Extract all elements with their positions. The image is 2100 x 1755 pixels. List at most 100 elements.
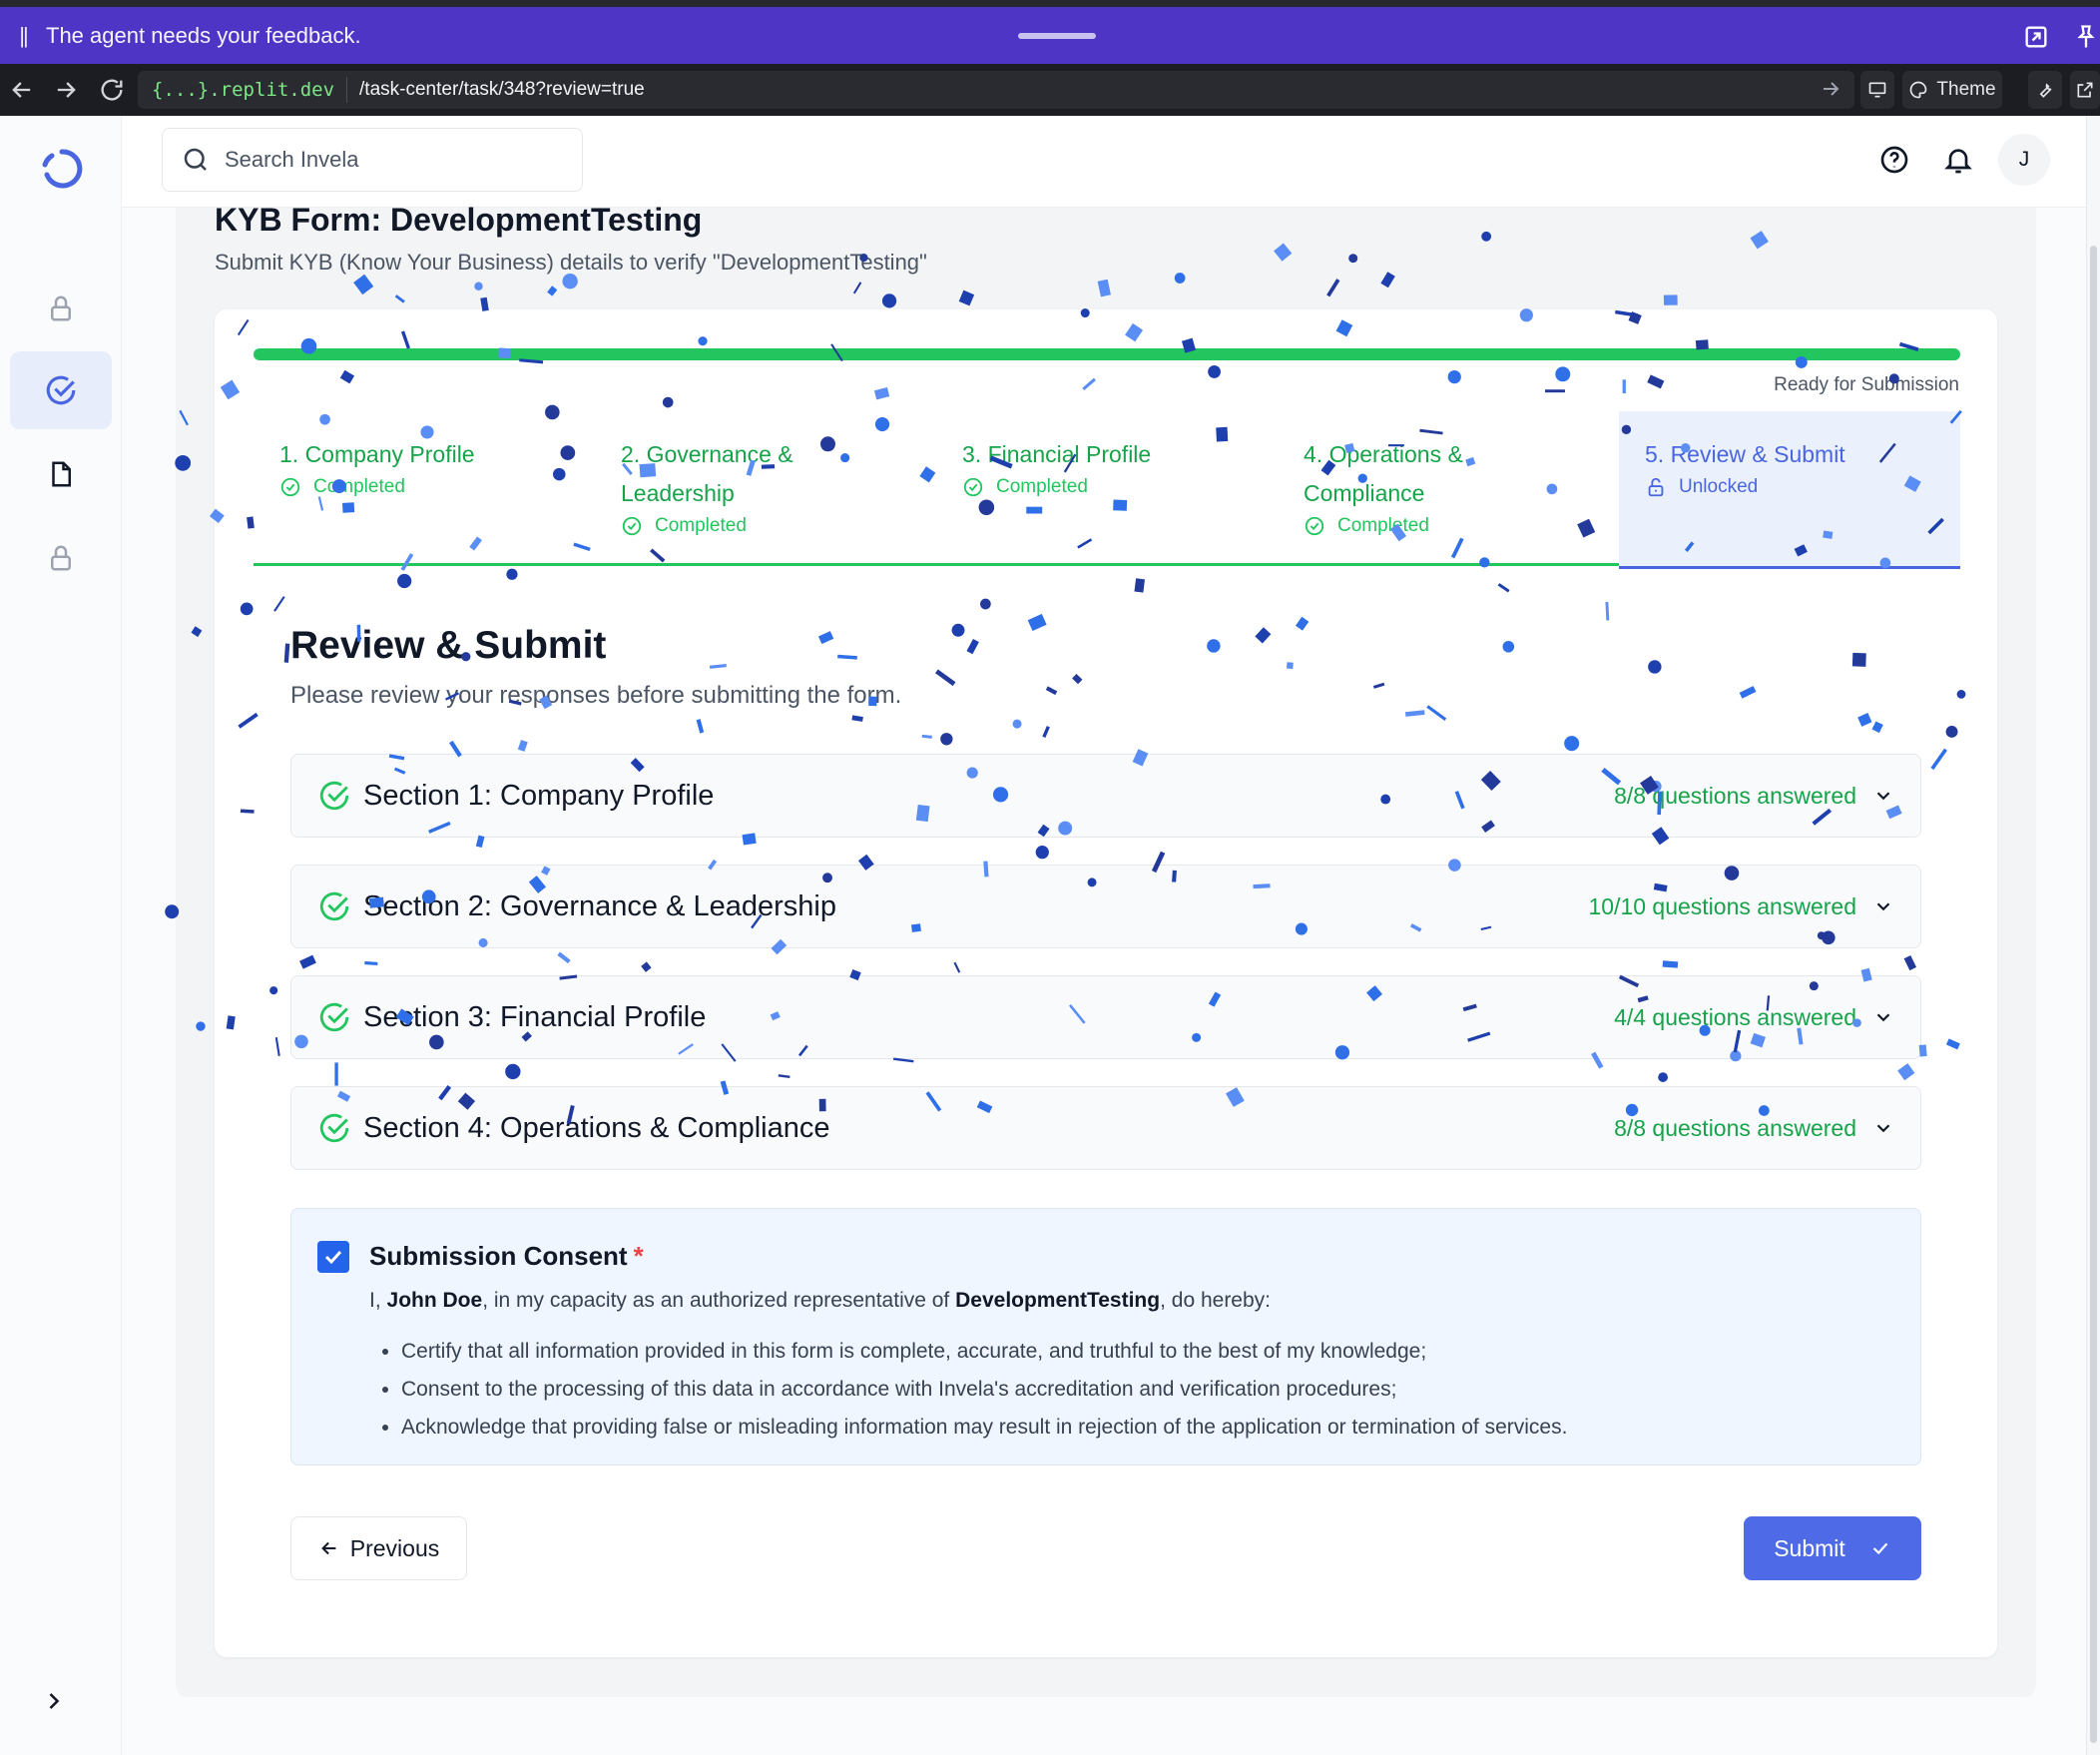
step-status: Completed [962, 476, 1252, 498]
check-circle-icon [1305, 516, 1324, 536]
step-review-submit[interactable]: 5. Review & Submit Unlocked [1619, 411, 1960, 569]
review-title: Review & Submit [290, 624, 607, 667]
theme-label: Theme [1936, 79, 1996, 100]
step-company-profile[interactable]: 1. Company Profile Completed [254, 411, 595, 566]
page-title: KYB Form: DevelopmentTesting [215, 202, 703, 238]
consent-item: Certify that all information provided in… [401, 1333, 1567, 1371]
step-status-label: Completed [996, 476, 1088, 497]
step-status: Unlocked [1645, 476, 1934, 498]
step-status: Completed [1304, 515, 1593, 537]
step-status-label: Completed [313, 476, 405, 497]
agent-feedback-banner: || The agent needs your feedback. [0, 7, 2100, 64]
consent-signer-name: John Doe [386, 1289, 483, 1312]
arrow-left-icon [320, 1541, 336, 1555]
step-operations-compliance[interactable]: 4. Operations & Compliance Completed [1278, 411, 1619, 566]
sidebar-item-locked-2[interactable] [10, 519, 112, 597]
step-title: 3. Financial Profile [962, 441, 1152, 467]
lock-icon [51, 295, 71, 321]
section-title: Section 3: Financial Profile [363, 1000, 707, 1033]
palette-icon [1910, 81, 1927, 99]
progress-bar [254, 348, 1960, 360]
reload-icon[interactable] [98, 76, 126, 104]
tools-button[interactable] [2028, 71, 2062, 109]
url-path: /task-center/task/348?review=true [359, 79, 645, 100]
previous-button[interactable]: Previous [290, 1516, 467, 1580]
step-governance-leadership[interactable]: 2. Governance & Leadership Completed [595, 411, 936, 566]
open-external-button[interactable] [2070, 71, 2100, 109]
go-arrow-icon[interactable] [1819, 77, 1842, 101]
check-circle-icon [319, 1002, 349, 1032]
banner-message: The agent needs your feedback. [46, 22, 361, 48]
submit-button[interactable]: Submit [1744, 1516, 1921, 1580]
consent-intro: I, John Doe, in my capacity as an author… [369, 1289, 1271, 1313]
step-status: Completed [621, 515, 910, 537]
back-arrow-icon[interactable] [8, 76, 36, 104]
check-circle-icon [963, 477, 983, 497]
devices-button[interactable] [1860, 71, 1894, 109]
check-circle-icon [319, 1113, 349, 1143]
avatar[interactable]: J [1998, 134, 2050, 186]
chevron-down-icon[interactable] [1872, 1006, 1894, 1028]
step-status-label: Completed [655, 515, 747, 536]
section-title: Section 1: Company Profile [363, 779, 715, 812]
monitor-icon [1868, 82, 1886, 98]
drag-handle[interactable] [1018, 33, 1096, 39]
submission-consent-box: Submission Consent * I, John Doe, in my c… [290, 1208, 1921, 1465]
url-domain: {...}.replit.dev [152, 79, 335, 101]
step-title: 1. Company Profile [279, 441, 475, 467]
sidebar-item-tasks[interactable] [10, 351, 112, 429]
search-input[interactable]: Search Invela [162, 128, 583, 192]
submit-label: Submit [1774, 1534, 1845, 1561]
progress-status: Ready for Submission [1774, 374, 1959, 395]
step-status-label: Unlocked [1679, 476, 1759, 497]
consent-title: Submission Consent * [369, 1241, 644, 1272]
page-scrollbar[interactable] [2086, 116, 2100, 1755]
step-financial-profile[interactable]: 3. Financial Profile Completed [936, 411, 1278, 566]
consent-title-text: Submission Consent [369, 1241, 628, 1271]
sidebar-item-documents[interactable] [10, 435, 112, 513]
check-icon [1872, 1542, 1888, 1555]
step-title-line2: Compliance [1304, 480, 1425, 506]
bell-icon[interactable] [1942, 144, 1974, 176]
step-title: 5. Review & Submit [1645, 441, 1845, 467]
required-mark: * [633, 1241, 644, 1271]
avatar-initial: J [2018, 148, 2030, 171]
consent-intro-mid: , in my capacity as an authorized repres… [482, 1289, 956, 1312]
pause-icon[interactable]: || [0, 23, 46, 49]
chevron-down-icon[interactable] [1872, 785, 1894, 807]
consent-checkbox[interactable] [317, 1241, 349, 1273]
wrench-icon [2039, 83, 2052, 98]
invela-logo-icon[interactable] [40, 147, 84, 191]
pin-icon[interactable] [2072, 23, 2100, 51]
expand-sidebar-chevron-icon[interactable] [40, 1687, 68, 1715]
step-status: Completed [279, 476, 569, 498]
app-header: Search Invela J [122, 116, 2100, 208]
theme-button[interactable]: Theme [1902, 71, 2002, 109]
step-status-label: Completed [1337, 515, 1429, 536]
step-tabs: 1. Company Profile Completed 2. Governan… [254, 411, 1960, 569]
chevron-down-icon[interactable] [1872, 1117, 1894, 1139]
forward-arrow-icon[interactable] [52, 76, 80, 104]
section-answered-count: 8/8 questions answered [1614, 1114, 1856, 1141]
previous-label: Previous [349, 1534, 440, 1561]
consent-intro-suffix: , do hereby: [1160, 1289, 1271, 1312]
popout-icon[interactable] [2022, 23, 2050, 51]
section-accordion-financial-profile[interactable]: Section 3: Financial Profile 4/4 questio… [290, 975, 1921, 1059]
section-accordion-governance-leadership[interactable]: Section 2: Governance & Leadership 10/10… [290, 865, 1921, 948]
review-subtitle: Please review your responses before subm… [290, 682, 902, 709]
section-accordion-operations-compliance[interactable]: Section 4: Operations & Compliance 8/8 q… [290, 1086, 1921, 1170]
lock-icon [51, 545, 71, 571]
check-circle-icon [280, 477, 300, 497]
page-subtitle: Submit KYB (Know Your Business) details … [215, 250, 927, 275]
check-circle-icon [622, 516, 642, 536]
scrollbar-thumb[interactable] [2090, 246, 2097, 1743]
section-title: Section 2: Governance & Leadership [363, 889, 836, 922]
url-field[interactable]: {...}.replit.dev /task-center/task/348?r… [138, 71, 1854, 109]
browser-toolbar: {...}.replit.dev /task-center/task/348?r… [0, 64, 2100, 116]
section-accordion-company-profile[interactable]: Section 1: Company Profile 8/8 questions… [290, 754, 1921, 838]
chevron-down-icon[interactable] [1872, 895, 1894, 917]
section-answered-count: 10/10 questions answered [1588, 892, 1856, 919]
sidebar-item-locked-1[interactable] [10, 270, 112, 347]
help-icon[interactable] [1878, 144, 1910, 176]
section-title: Section 4: Operations & Compliance [363, 1111, 830, 1144]
